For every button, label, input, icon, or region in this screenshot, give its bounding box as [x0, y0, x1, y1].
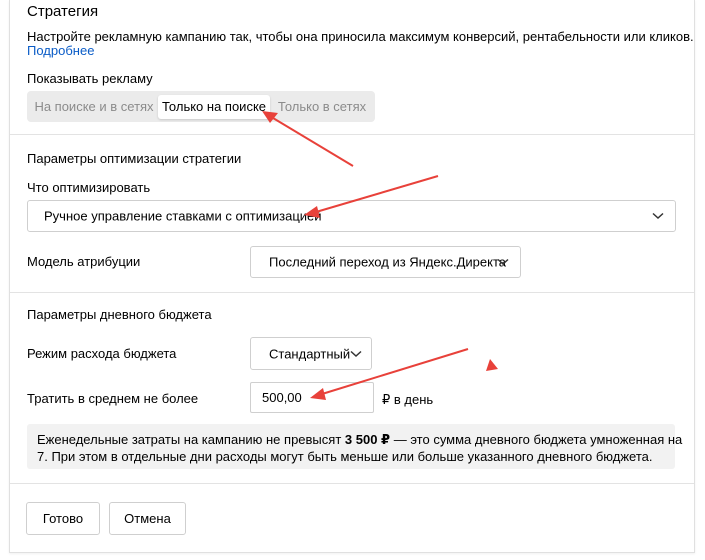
attribution-value: Последний переход из Яндекс.Директа	[269, 254, 507, 270]
show-ads-option-search-only[interactable]: Только на поиске	[158, 95, 270, 119]
info-text-end: — это сумма дневного бюджета умноженная …	[390, 432, 683, 447]
attribution-select[interactable]: Последний переход из Яндекс.Директа	[250, 246, 521, 278]
strategy-description: Настройте рекламную кампанию так, чтобы …	[27, 29, 694, 44]
done-button[interactable]: Готово	[26, 502, 100, 535]
spend-label: Тратить в среднем не более	[27, 391, 199, 406]
what-optimize-select[interactable]: Ручное управление ставками с оптимизацие…	[27, 200, 676, 232]
more-link[interactable]: Подробнее	[27, 43, 94, 58]
budget-title: Параметры дневного бюджета	[27, 307, 212, 322]
chevron-down-icon	[497, 258, 509, 266]
what-optimize-label: Что оптимизировать	[27, 180, 151, 195]
section-divider	[10, 483, 694, 484]
section-divider	[10, 292, 694, 293]
optimization-title: Параметры оптимизации стратегии	[27, 151, 242, 166]
strategy-panel: Стратегия Настройте рекламную кампанию т…	[9, 0, 695, 553]
budget-mode-value: Стандартный	[269, 346, 351, 361]
weekly-budget-info: Еженедельные затраты на кампанию не прев…	[27, 424, 682, 469]
info-weekly-amount: 3 500 ₽	[344, 432, 391, 447]
strategy-title: Стратегия	[27, 3, 99, 20]
show-ads-option-search-and-networks[interactable]: На поиске и в сетях	[29, 95, 159, 119]
spend-unit: ₽ в день	[382, 392, 434, 407]
chevron-down-icon	[652, 212, 664, 220]
show-ads-segmented-control: На поиске и в сетях Только на поиске Тол…	[27, 91, 375, 122]
info-text-start: Еженедельные затраты на кампанию не прев…	[37, 432, 345, 447]
chevron-down-icon	[350, 350, 362, 357]
section-divider	[10, 134, 694, 135]
cancel-button[interactable]: Отмена	[109, 502, 186, 535]
what-optimize-value: Ручное управление ставками с оптимизацие…	[44, 208, 322, 224]
budget-mode-label: Режим расхода бюджета	[27, 346, 177, 361]
show-ads-label: Показывать рекламу	[27, 71, 153, 86]
info-text-line2: 7. При этом в отдельные дни расходы могу…	[37, 449, 653, 464]
budget-mode-select[interactable]: Стандартный	[250, 337, 372, 370]
attribution-label: Модель атрибуции	[27, 254, 141, 269]
daily-budget-input[interactable]	[250, 382, 374, 413]
show-ads-option-networks-only[interactable]: Только в сетях	[274, 95, 370, 119]
